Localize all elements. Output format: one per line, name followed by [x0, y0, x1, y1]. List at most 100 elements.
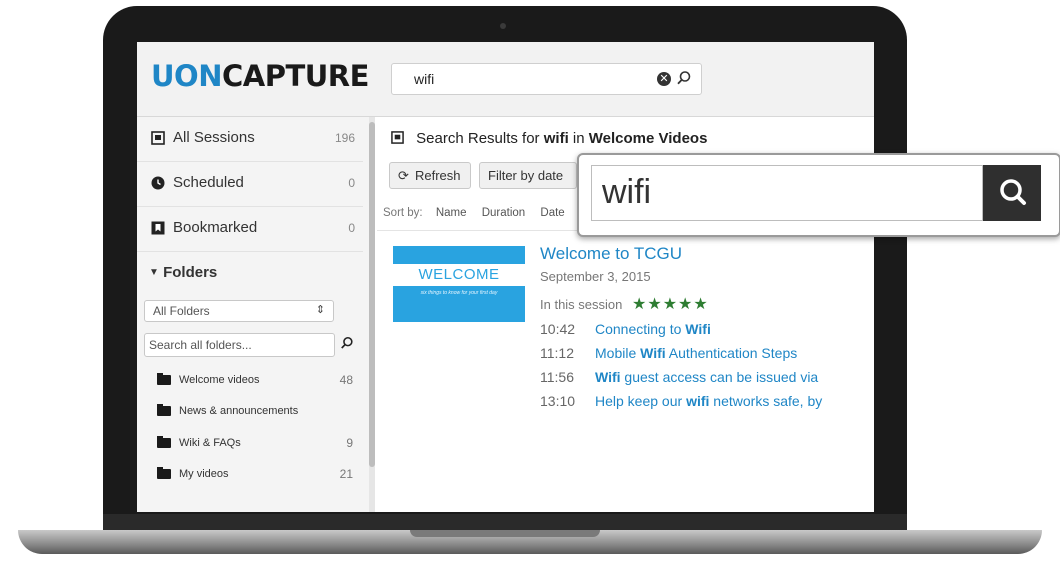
search-hit[interactable]: 13:10 Help keep our wifi networks safe, b… — [540, 393, 822, 409]
sort-bar: Sort by: Name Duration Date — [383, 207, 577, 219]
thumbnail-tagline: six things to know for your first day — [420, 290, 498, 296]
clock-icon — [151, 176, 165, 190]
refresh-icon: ⟳ — [398, 168, 409, 183]
refresh-button[interactable]: ⟳ Refresh — [389, 162, 471, 189]
sidebar-item-label: Bookmarked — [173, 219, 258, 236]
hit-text: Mobile Wifi Authentication Steps — [595, 345, 797, 361]
bookmark-icon — [151, 221, 165, 235]
search-value: wifi — [414, 71, 435, 87]
folder-item-my-videos[interactable]: My videos 21 — [157, 465, 353, 485]
sidebar: All Sessions 196 Scheduled 0 Bookmarked … — [137, 117, 369, 512]
clear-search-icon[interactable]: ✕ — [657, 72, 671, 86]
hit-pre: Connecting to — [595, 321, 686, 337]
folder-icon — [157, 467, 171, 479]
folders-heading-label: Folders — [163, 264, 218, 281]
video-date: September 3, 2015 — [540, 269, 651, 284]
search-hit[interactable]: 10:42 Connecting to Wifi — [540, 321, 711, 337]
hit-match: Wifi — [640, 345, 666, 361]
sidebar-item-count: 0 — [348, 176, 355, 190]
laptop-hinge — [103, 514, 907, 530]
folder-name: Welcome videos — [179, 374, 260, 386]
filter-by-date-button[interactable]: Filter by date — [479, 162, 577, 189]
sessions-icon — [391, 131, 404, 144]
zoomed-search-button[interactable] — [983, 165, 1041, 221]
sidebar-item-label: All Sessions — [173, 129, 255, 146]
search-hit[interactable]: 11:12 Mobile Wifi Authentication Steps — [540, 345, 797, 361]
hit-match: Wifi — [595, 369, 621, 385]
app-screen: UONCAPTURE wifi ✕ All Sessions 196 Sched… — [137, 42, 874, 512]
search-input[interactable]: wifi ✕ — [391, 63, 702, 95]
folder-count: 9 — [346, 436, 353, 450]
sidebar-item-label: Scheduled — [173, 174, 244, 191]
video-thumbnail[interactable]: WELCOME six things to know for your firs… — [393, 246, 525, 322]
divider — [137, 251, 363, 252]
folder-icon — [157, 373, 171, 385]
hit-time: 10:42 — [540, 321, 576, 337]
sidebar-scrollbar-thumb[interactable] — [369, 122, 375, 467]
refresh-label: Refresh — [415, 168, 461, 183]
zoomed-search-input[interactable]: wifi — [591, 165, 983, 221]
folder-search-icon[interactable] — [340, 336, 354, 355]
folder-icon — [157, 436, 171, 448]
results-query: wifi — [543, 130, 569, 147]
hit-match: Wifi — [685, 321, 711, 337]
hit-post: guest access can be issued via — [620, 369, 819, 385]
hit-text: Wifi guest access can be issued via — [595, 369, 818, 385]
logo-part-capture: CAPTURE — [221, 59, 369, 93]
hit-text: Connecting to Wifi — [595, 321, 711, 337]
rating-stars[interactable]: ★★★★★ — [632, 296, 709, 313]
laptop-notch — [410, 530, 600, 537]
top-bar: UONCAPTURE wifi ✕ — [137, 42, 874, 117]
hit-match: wifi — [686, 393, 710, 409]
zoomed-search-callout: wifi — [577, 153, 1060, 237]
search-icon — [1000, 179, 1026, 205]
results-in: in — [572, 130, 585, 147]
video-title-link[interactable]: Welcome to TCGU — [540, 244, 682, 264]
filter-label: Filter by date — [488, 168, 564, 183]
folder-search-placeholder: Search all folders... — [149, 338, 252, 352]
sidebar-item-scheduled[interactable]: Scheduled 0 — [137, 162, 363, 206]
hit-post: Authentication Steps — [665, 345, 798, 361]
sidebar-item-all-sessions[interactable]: All Sessions 196 — [137, 117, 363, 161]
thumbnail-title: WELCOME — [393, 264, 525, 286]
folder-count: 21 — [339, 467, 353, 481]
folder-icon — [157, 404, 171, 416]
in-session-row: In this session ★★★★★ — [540, 294, 709, 314]
folder-item-news[interactable]: News & announcements — [157, 402, 353, 422]
sidebar-item-count: 196 — [334, 131, 355, 145]
search-icon[interactable] — [676, 70, 692, 91]
in-session-label: In this session — [540, 297, 623, 312]
folder-name: News & announcements — [179, 405, 299, 417]
folder-item-welcome-videos[interactable]: Welcome videos 48 — [157, 371, 353, 391]
hit-time: 11:56 — [540, 369, 574, 385]
folder-item-wiki[interactable]: Wiki & FAQs 9 — [157, 434, 353, 454]
results-heading: Search Results for wifi in Welcome Video… — [391, 130, 707, 147]
folder-search-input[interactable]: Search all folders... — [144, 333, 335, 357]
hit-time: 13:10 — [540, 393, 576, 409]
caret-down-icon: ▼ — [149, 267, 159, 278]
folders-heading[interactable]: ▼ Folders — [149, 264, 217, 281]
sidebar-item-count: 0 — [348, 221, 355, 235]
sort-label: Sort by: — [383, 207, 423, 219]
camera-dot — [500, 23, 506, 29]
folder-select[interactable]: All Folders ⇕ — [144, 300, 334, 322]
results-folder: Welcome Videos — [588, 130, 708, 147]
folder-select-value: All Folders — [153, 304, 210, 318]
search-hit[interactable]: 11:56 Wifi guest access can be issued via — [540, 369, 818, 385]
folder-count: 48 — [339, 373, 353, 387]
folder-name: Wiki & FAQs — [179, 437, 241, 449]
app-logo[interactable]: UONCAPTURE — [151, 59, 369, 93]
sidebar-item-bookmarked[interactable]: Bookmarked 0 — [137, 207, 363, 251]
sessions-icon — [151, 131, 165, 145]
hit-pre: Mobile — [595, 345, 641, 361]
sort-date[interactable]: Date — [540, 207, 564, 219]
hit-text: Help keep our wifi networks safe, by — [595, 393, 822, 409]
hit-pre: Help keep our — [595, 393, 687, 409]
hit-time: 11:12 — [540, 345, 574, 361]
hit-post: networks safe, by — [709, 393, 823, 409]
logo-part-uon: UON — [151, 59, 222, 93]
sort-duration[interactable]: Duration — [482, 207, 525, 219]
zoomed-search-value: wifi — [602, 173, 652, 211]
select-arrows-icon: ⇕ — [315, 304, 325, 316]
sort-name[interactable]: Name — [436, 207, 467, 219]
